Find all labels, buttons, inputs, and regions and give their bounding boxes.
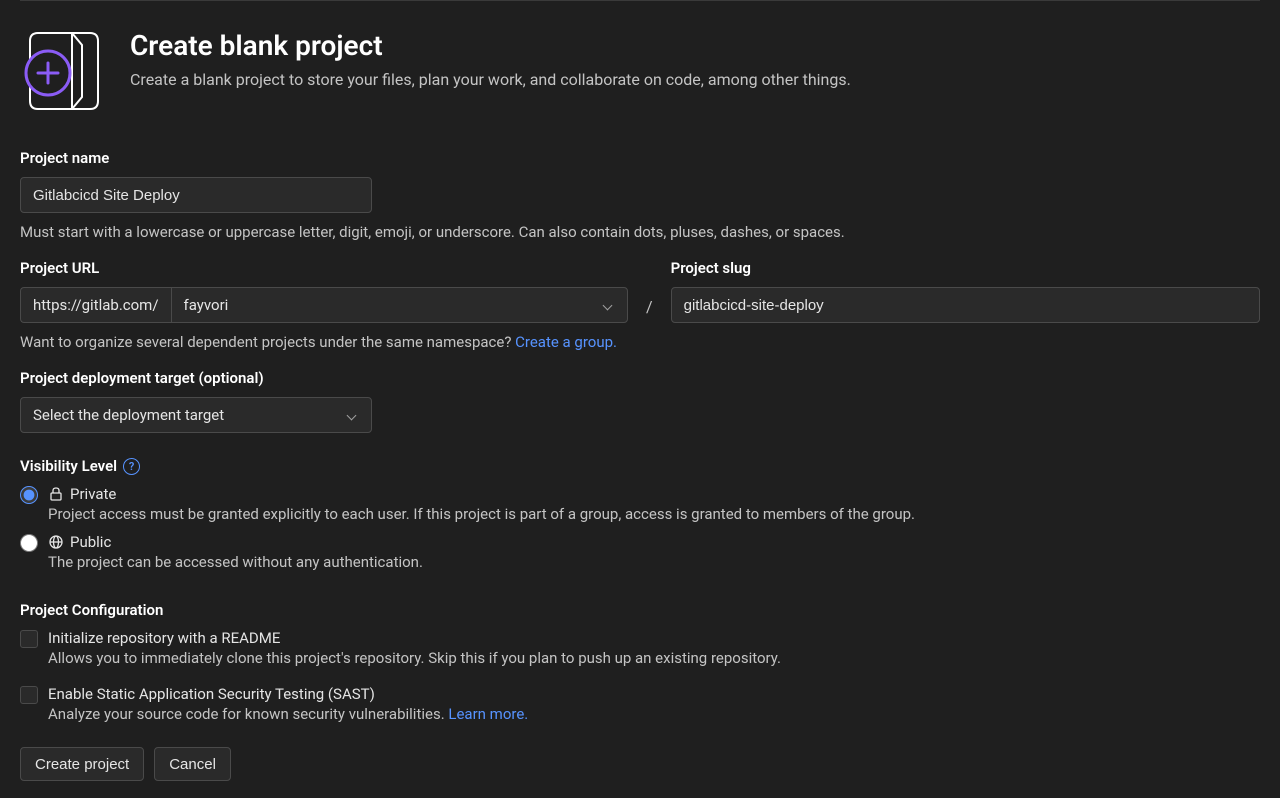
sast-checkbox[interactable] xyxy=(20,686,38,704)
readme-checkbox[interactable] xyxy=(20,630,38,648)
visibility-label: Visibility Level xyxy=(20,457,117,475)
globe-icon xyxy=(48,534,64,550)
chevron-down-icon xyxy=(347,410,357,420)
create-project-button[interactable]: Create project xyxy=(20,747,144,781)
sast-desc: Analyze your source code for known secur… xyxy=(48,705,448,723)
lock-icon xyxy=(48,486,64,502)
namespace-value: fayvori xyxy=(184,296,229,314)
project-slug-label: Project slug xyxy=(671,259,1260,277)
deployment-target-label: Project deployment target (optional) xyxy=(20,369,1260,387)
deployment-target-select[interactable]: Select the deployment target xyxy=(20,397,372,433)
visibility-private-title: Private xyxy=(70,485,116,503)
visibility-private-desc: Project access must be granted explicitl… xyxy=(48,505,915,523)
visibility-public-title: Public xyxy=(70,533,111,551)
group-hint-text: Want to organize several dependent proje… xyxy=(20,333,515,351)
readme-title: Initialize repository with a README xyxy=(48,629,781,647)
project-url-label: Project URL xyxy=(20,259,628,277)
create-group-link[interactable]: Create a group. xyxy=(515,333,617,351)
readme-desc: Allows you to immediately clone this pro… xyxy=(48,649,781,667)
slash-separator: / xyxy=(646,259,653,316)
config-label: Project Configuration xyxy=(20,601,1260,619)
page-title: Create blank project xyxy=(130,29,851,62)
visibility-private-radio[interactable] xyxy=(20,486,38,504)
cancel-button[interactable]: Cancel xyxy=(154,747,231,781)
visibility-public-radio[interactable] xyxy=(20,534,38,552)
page-subtitle: Create a blank project to store your fil… xyxy=(130,70,851,89)
project-slug-input[interactable] xyxy=(671,287,1260,323)
project-name-label: Project name xyxy=(20,149,1260,167)
namespace-select[interactable]: fayvori xyxy=(171,287,628,323)
help-icon[interactable]: ? xyxy=(123,458,140,475)
project-url-prefix: https://gitlab.com/ xyxy=(20,287,171,323)
project-name-help: Must start with a lowercase or uppercase… xyxy=(20,223,1260,241)
visibility-public-desc: The project can be accessed without any … xyxy=(48,553,423,571)
chevron-down-icon xyxy=(603,300,613,310)
sast-title: Enable Static Application Security Testi… xyxy=(48,685,528,703)
project-icon xyxy=(20,25,102,117)
sast-learn-more-link[interactable]: Learn more. xyxy=(448,705,528,723)
project-name-input[interactable] xyxy=(20,177,372,213)
deployment-target-placeholder: Select the deployment target xyxy=(33,406,224,424)
